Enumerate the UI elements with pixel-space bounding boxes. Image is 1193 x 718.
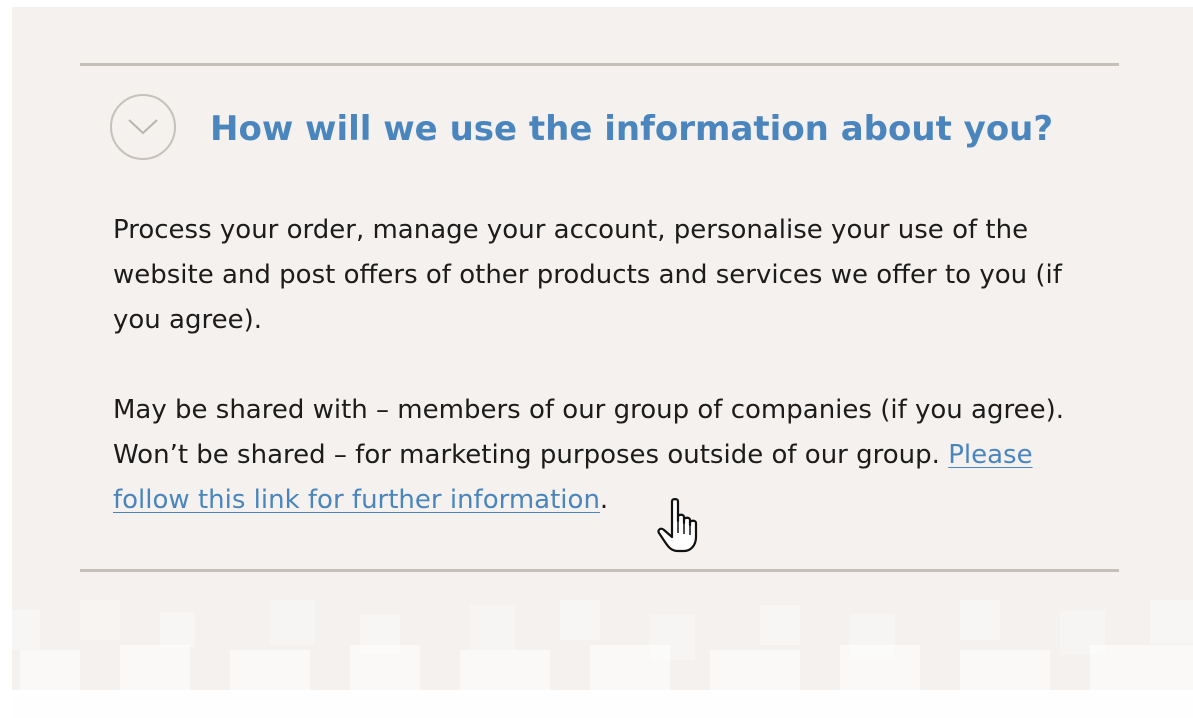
top-divider — [80, 63, 1119, 66]
bottom-divider — [80, 569, 1119, 572]
link-trailing-period: . — [599, 485, 609, 515]
sharing-text: May be shared with – members of our grou… — [113, 395, 1064, 470]
chevron-down-icon — [128, 119, 158, 135]
usage-paragraph: Process your order, manage your account,… — [113, 215, 1062, 335]
expand-collapse-toggle[interactable] — [110, 94, 176, 160]
section-heading: How will we use the information about yo… — [210, 109, 1054, 149]
sharing-paragraph: May be shared with – members of our grou… — [113, 388, 1083, 523]
